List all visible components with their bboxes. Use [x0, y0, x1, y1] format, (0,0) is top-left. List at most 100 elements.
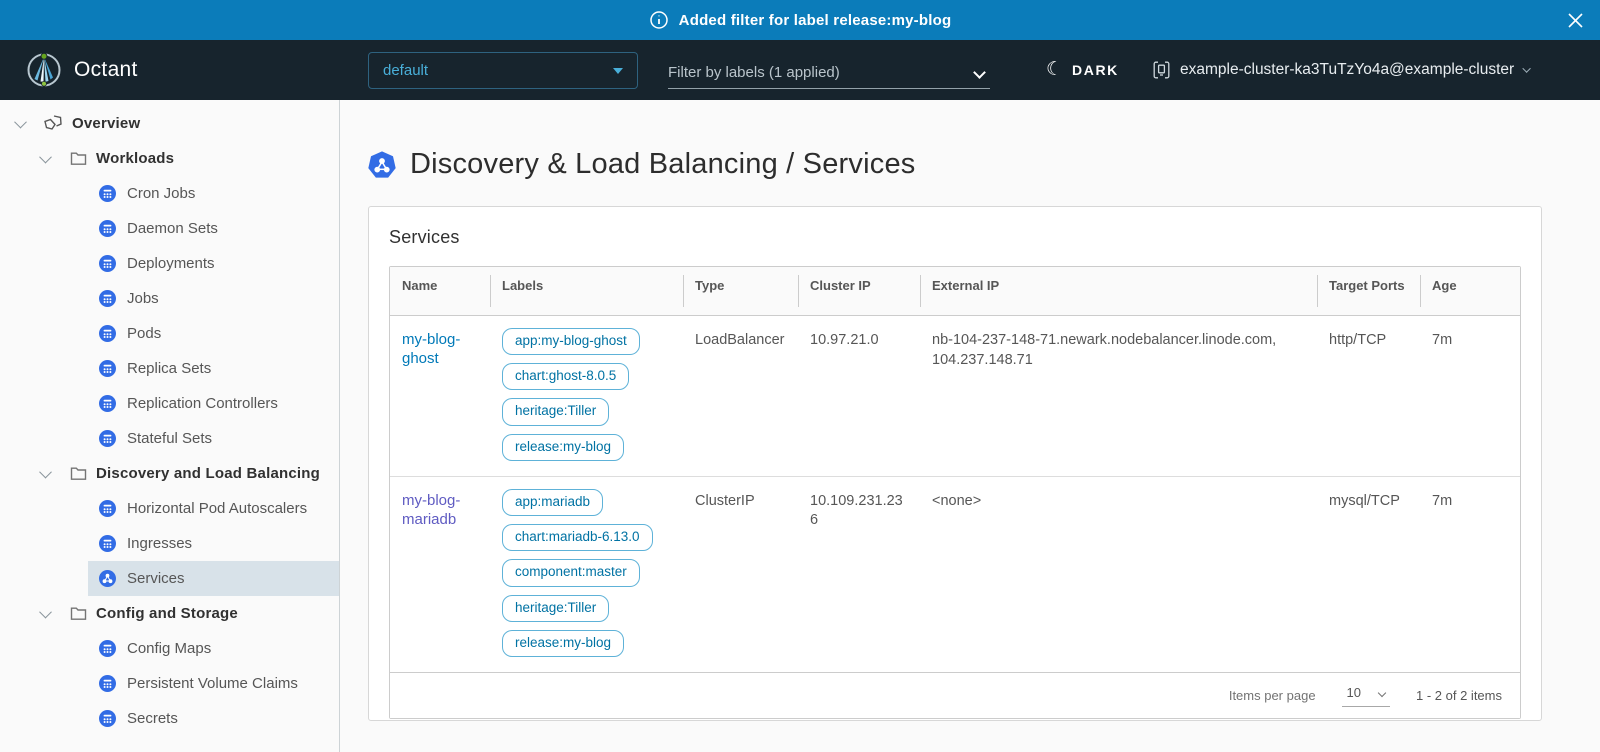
page-title: Discovery & Load Balancing / Services	[410, 148, 915, 181]
sidebar-item-replica-sets[interactable]: Replica Sets	[88, 351, 339, 386]
card-title: Services	[389, 227, 1521, 248]
brand: Octant	[24, 50, 138, 90]
deployments-icon	[99, 255, 116, 272]
page-title-row: Discovery & Load Balancing / Services	[368, 148, 1600, 181]
sidebar-item-label: Daemon Sets	[127, 220, 218, 237]
secrets-icon	[99, 710, 116, 727]
label-filter-placeholder: Filter by labels (1 applied)	[668, 64, 840, 81]
sidebar-item-label: Overview	[72, 115, 140, 132]
sidebar-item-label: Secrets	[127, 710, 178, 727]
sidebar-item-deployments[interactable]: Deployments	[88, 246, 339, 281]
service-icon	[368, 151, 396, 179]
services-table: NameLabelsTypeCluster IPExternal IPTarge…	[389, 266, 1521, 719]
sidebar-item-horizontal-pod-autoscalers[interactable]: Horizontal Pod Autoscalers	[88, 491, 339, 526]
namespace-select[interactable]: default	[368, 52, 638, 89]
items-per-page-select[interactable]: 10	[1342, 683, 1390, 707]
theme-toggle-button[interactable]: ☾ DARK	[1046, 40, 1119, 100]
items-per-page-label: Items per page	[1229, 688, 1316, 703]
type-cell: ClusterIP	[683, 477, 798, 672]
label-tag[interactable]: app:mariadb	[502, 489, 603, 516]
type-cell: LoadBalancer	[683, 316, 798, 476]
sidebar-item-overview[interactable]: Overview	[0, 106, 339, 141]
sidebar-item-label: Horizontal Pod Autoscalers	[127, 500, 307, 517]
sidebar-item-label: Persistent Volume Claims	[127, 675, 298, 692]
column-header-external-ip: External IP	[920, 267, 1317, 315]
notification-bar: Added filter for label release:my-blog	[0, 0, 1600, 40]
service-name-link[interactable]: my-blog-ghost	[402, 331, 478, 369]
sidebar-item-label: Pods	[127, 325, 161, 342]
column-header-labels: Labels	[490, 267, 683, 315]
chevron-down-icon	[973, 66, 986, 79]
sidebar-item-pods[interactable]: Pods	[88, 316, 339, 351]
replication-controllers-icon	[99, 395, 116, 412]
column-header-type: Type	[683, 267, 798, 315]
namespace-value: default	[383, 62, 428, 79]
label-tag[interactable]: chart:mariadb-6.13.0	[502, 524, 653, 551]
column-header-cluster-ip: Cluster IP	[798, 267, 920, 315]
app-title: Octant	[74, 58, 138, 82]
sidebar-item-stateful-sets[interactable]: Stateful Sets	[88, 421, 339, 456]
sidebar-item-label: Stateful Sets	[127, 430, 212, 447]
sidebar-item-replication-controllers[interactable]: Replication Controllers	[88, 386, 339, 421]
sidebar-item-label: Services	[127, 570, 185, 587]
sidebar-item-label: Cron Jobs	[127, 185, 195, 202]
label-filter-dropdown[interactable]: Filter by labels (1 applied)	[668, 56, 990, 89]
info-icon	[649, 10, 669, 30]
overview-icon	[43, 114, 63, 133]
sidebar-item-label: Discovery and Load Balancing	[96, 465, 320, 482]
sidebar-item-label: Workloads	[96, 150, 174, 167]
daemon-sets-icon	[99, 220, 116, 237]
age-cell: 7m	[1420, 477, 1520, 672]
pagination-range: 1 - 2 of 2 items	[1416, 688, 1502, 703]
sidebar-item-cron-jobs[interactable]: Cron Jobs	[88, 176, 339, 211]
sidebar-item-persistent-volume-claims[interactable]: Persistent Volume Claims	[88, 666, 339, 701]
sidebar-item-ingresses[interactable]: Ingresses	[88, 526, 339, 561]
sidebar-item-jobs[interactable]: Jobs	[88, 281, 339, 316]
external-ip-cell: <none>	[920, 477, 1317, 672]
sidebar-item-services[interactable]: Services	[88, 561, 339, 596]
replica-sets-icon	[99, 360, 116, 377]
ingresses-icon	[99, 535, 116, 552]
table-header-row: NameLabelsTypeCluster IPExternal IPTarge…	[390, 267, 1520, 316]
sidebar-item-label: Replica Sets	[127, 360, 211, 377]
sidebar-item-label: Config Maps	[127, 640, 211, 657]
services-icon	[99, 570, 116, 587]
sidebar-item-config-and-storage[interactable]: Config and Storage	[0, 596, 339, 631]
column-header-name: Name	[390, 267, 490, 315]
service-name-link[interactable]: my-blog-mariadb	[402, 492, 478, 530]
sidebar-item-workloads[interactable]: Workloads	[0, 141, 339, 176]
moon-icon: ☾	[1046, 60, 1063, 79]
octant-logo-icon	[24, 50, 64, 90]
app-header: Octant default Filter by labels (1 appli…	[0, 40, 1600, 100]
cron-jobs-icon	[99, 185, 116, 202]
sidebar-item-discovery-and-load-balancing[interactable]: Discovery and Load Balancing	[0, 456, 339, 491]
label-tag[interactable]: app:my-blog-ghost	[502, 328, 640, 355]
expand-caret-icon[interactable]	[37, 609, 53, 618]
sidebar-tree: Overview Workloads Cron Jobs Daemon Sets Dep…	[0, 106, 339, 736]
label-tag[interactable]: release:my-blog	[502, 434, 624, 461]
close-icon[interactable]	[1564, 9, 1586, 31]
table-row-my-blog-mariadb: my-blog-mariadb app:mariadb chart:mariadb-…	[390, 477, 1520, 672]
label-tag[interactable]: release:my-blog	[502, 630, 624, 657]
expand-caret-icon[interactable]	[12, 119, 28, 128]
label-tag[interactable]: component:master	[502, 559, 640, 586]
external-ip-cell: nb-104-237-148-71.newark.nodebalancer.li…	[920, 316, 1317, 476]
target-ports-cell: http/TCP	[1317, 316, 1420, 476]
label-tag[interactable]: heritage:Tiller	[502, 398, 609, 425]
label-tag[interactable]: heritage:Tiller	[502, 595, 609, 622]
sidebar-item-secrets[interactable]: Secrets	[88, 701, 339, 736]
notification-message: Added filter for label release:my-blog	[679, 12, 952, 29]
caret-down-icon	[613, 68, 623, 74]
chevron-down-icon	[1523, 64, 1531, 72]
cluster-ip-cell: 10.97.21.0	[798, 316, 920, 476]
cluster-icon	[1152, 60, 1171, 80]
expand-caret-icon[interactable]	[37, 154, 53, 163]
config-maps-icon	[99, 640, 116, 657]
label-tag[interactable]: chart:ghost-8.0.5	[502, 363, 629, 390]
items-per-page-value: 10	[1347, 685, 1361, 700]
pods-icon	[99, 325, 116, 342]
sidebar-item-daemon-sets[interactable]: Daemon Sets	[88, 211, 339, 246]
expand-caret-icon[interactable]	[37, 469, 53, 478]
cluster-selector[interactable]: example-cluster-ka3TuTzYo4a@example-clus…	[1152, 40, 1531, 100]
sidebar-item-config-maps[interactable]: Config Maps	[88, 631, 339, 666]
